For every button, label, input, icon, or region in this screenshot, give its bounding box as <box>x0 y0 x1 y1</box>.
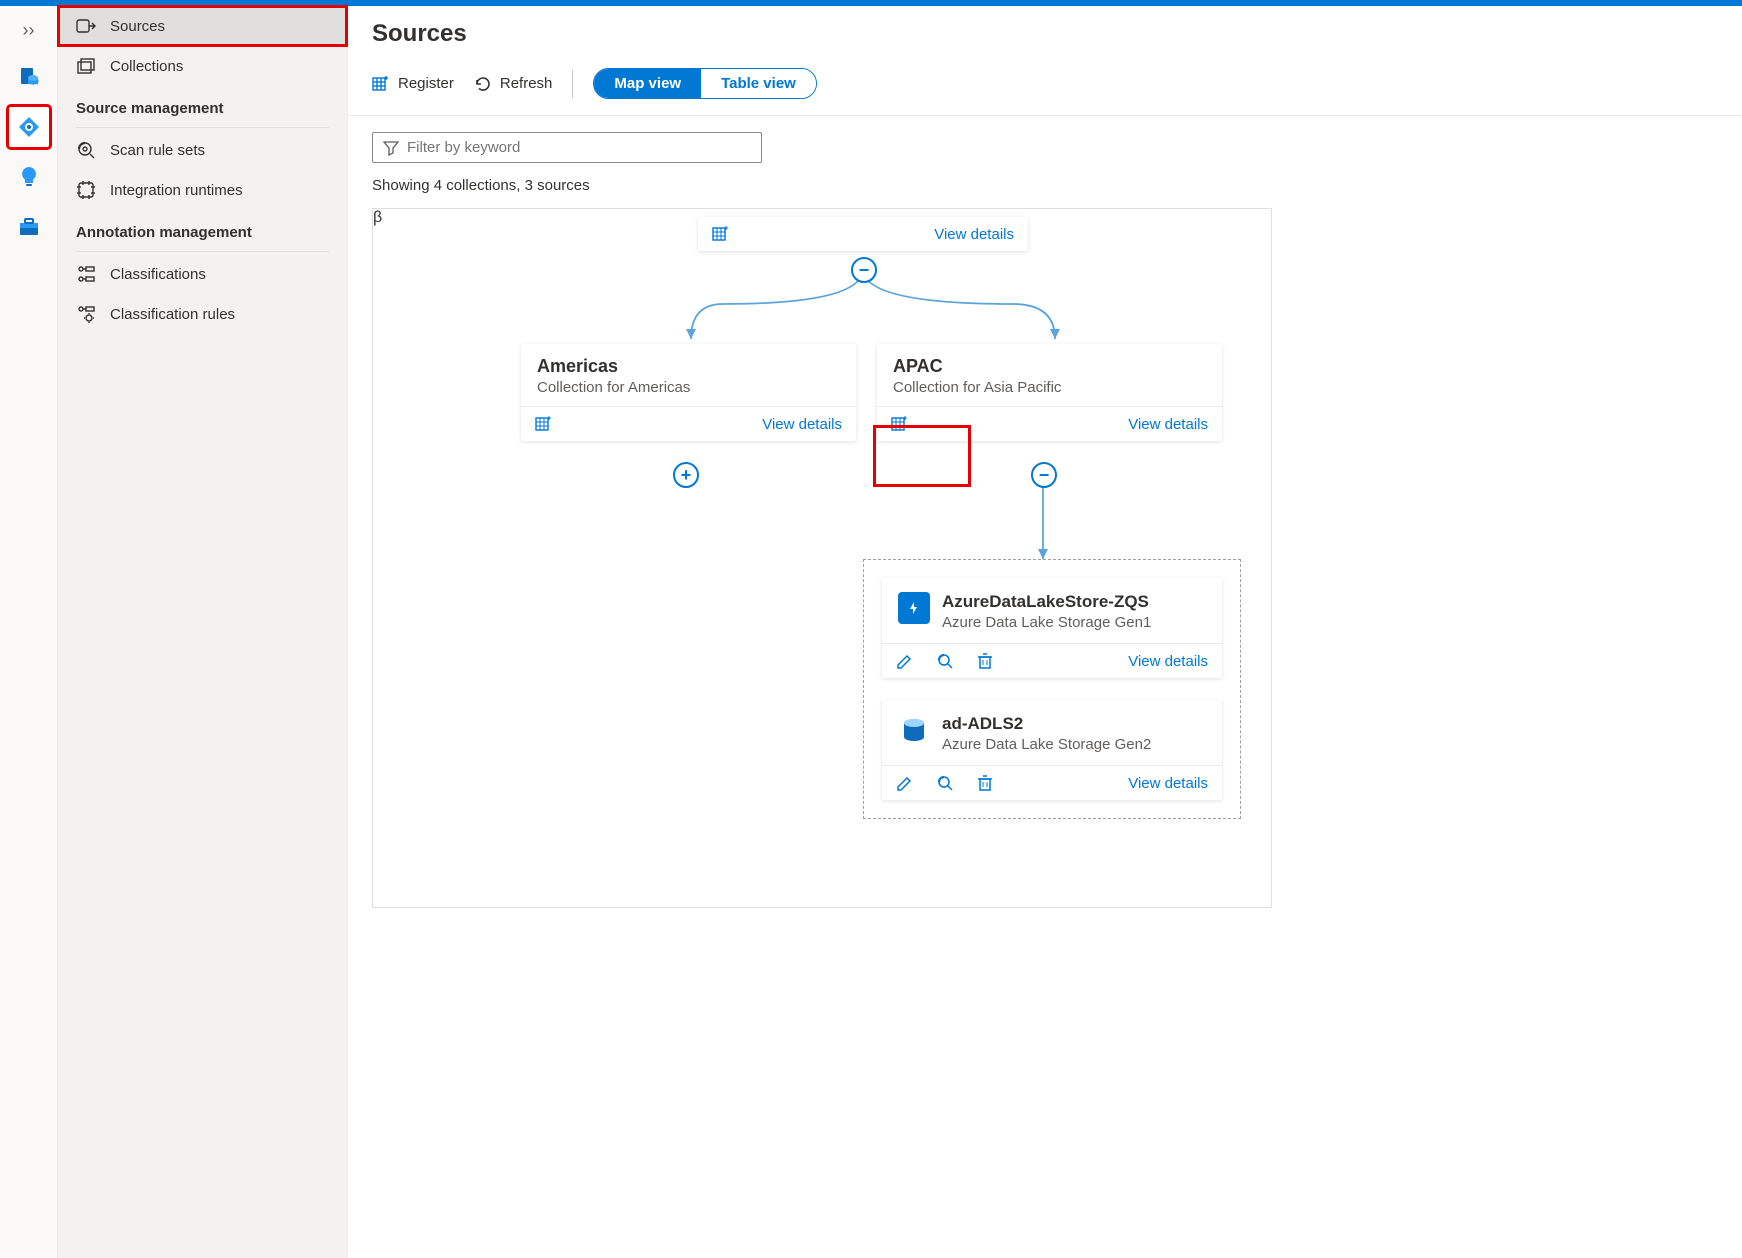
nav-label: Scan rule sets <box>110 142 205 159</box>
scan-icon <box>76 140 96 160</box>
source-subtitle: Azure Data Lake Storage Gen1 <box>942 614 1151 631</box>
map-view-button[interactable]: Map view <box>594 69 701 98</box>
rail-item-management[interactable] <box>9 207 49 247</box>
classifications-icon <box>76 264 96 284</box>
nav-item-classifications[interactable]: Classifications <box>58 254 347 294</box>
filter-input-wrapper[interactable] <box>372 132 762 163</box>
node-title: APAC <box>893 356 1206 377</box>
expand-americas-button[interactable]: + <box>673 462 699 488</box>
view-details-link[interactable]: View details <box>934 226 1014 243</box>
view-details-link[interactable]: View details <box>762 416 842 433</box>
page-title: Sources <box>372 20 1718 48</box>
adls-gen1-icon <box>898 592 930 624</box>
nav-item-sources[interactable]: Sources <box>58 6 347 46</box>
apac-sources-group: AzureDataLakeStore-ZQS Azure Data Lake S… <box>863 559 1241 819</box>
source-title: AzureDataLakeStore-ZQS <box>942 592 1151 612</box>
nav-label: Integration runtimes <box>110 182 243 199</box>
classification-rules-icon <box>76 304 96 324</box>
view-details-link[interactable]: View details <box>1128 653 1208 670</box>
nav-item-integration-runtimes[interactable]: Integration runtimes <box>58 170 347 210</box>
nav-item-scan-rule-sets[interactable]: Scan rule sets <box>58 130 347 170</box>
collapse-root-button[interactable]: − <box>851 257 877 283</box>
source-node-adls1[interactable]: AzureDataLakeStore-ZQS Azure Data Lake S… <box>882 578 1222 678</box>
rail-item-sources[interactable] <box>9 107 49 147</box>
filter-input[interactable] <box>407 139 751 156</box>
section-header-source-mgmt: Source management <box>58 86 347 125</box>
nav-label: Classification rules <box>110 306 235 323</box>
rail-item-catalog[interactable] <box>9 57 49 97</box>
database-icon <box>17 65 41 89</box>
toolbox-icon <box>17 215 41 239</box>
section-header-annotation: Annotation management <box>58 210 347 249</box>
register-label: Register <box>398 75 454 92</box>
refresh-icon <box>474 75 492 93</box>
left-icon-rail: ›› <box>0 6 58 1258</box>
main-content: Sources Register Refresh Map view Table … <box>348 6 1742 1258</box>
source-subtitle: Azure Data Lake Storage Gen2 <box>942 736 1151 753</box>
collections-icon <box>76 56 96 76</box>
adls-gen2-icon <box>898 714 930 746</box>
view-toggle: Map view Table view <box>593 68 816 99</box>
rail-item-insights[interactable] <box>9 157 49 197</box>
apac-register-highlight <box>875 427 969 485</box>
nav-label: Collections <box>110 58 183 75</box>
node-subtitle: Collection for Asia Pacific <box>893 379 1206 396</box>
grid-icon[interactable] <box>535 415 553 433</box>
grid-icon[interactable] <box>712 225 730 243</box>
showing-text: Showing 4 collections, 3 sources <box>372 177 1718 194</box>
register-icon <box>372 75 390 93</box>
delete-icon[interactable] <box>976 652 994 670</box>
root-collection-node[interactable]: View details <box>698 217 1028 251</box>
divider <box>76 127 329 128</box>
map-canvas[interactable]: β View details − Americas Collection fo <box>372 208 1272 908</box>
americas-node[interactable]: Americas Collection for Americas View de… <box>521 344 856 441</box>
divider <box>76 251 329 252</box>
side-panel: Sources Collections Source management Sc… <box>58 6 348 1258</box>
nav-item-classification-rules[interactable]: Classification rules <box>58 294 347 334</box>
expand-rail-button[interactable]: ›› <box>17 14 41 47</box>
lightbulb-icon <box>17 165 41 189</box>
edit-icon[interactable] <box>896 652 914 670</box>
integration-icon <box>76 180 96 200</box>
node-title: Americas <box>537 356 840 377</box>
register-button[interactable]: Register <box>372 75 454 93</box>
scan-icon[interactable] <box>936 774 954 792</box>
view-details-link[interactable]: View details <box>1128 775 1208 792</box>
nav-item-collections[interactable]: Collections <box>58 46 347 86</box>
node-subtitle: Collection for Americas <box>537 379 840 396</box>
edit-icon[interactable] <box>896 774 914 792</box>
refresh-button[interactable]: Refresh <box>474 75 553 93</box>
filter-icon <box>383 140 399 156</box>
toolbar-separator <box>572 70 573 98</box>
view-details-link[interactable]: View details <box>1128 416 1208 433</box>
nav-label: Sources <box>110 18 165 35</box>
collapse-apac-button[interactable]: − <box>1031 462 1057 488</box>
source-title: ad-ADLS2 <box>942 714 1151 734</box>
scan-icon[interactable] <box>936 652 954 670</box>
source-node-adls2[interactable]: ad-ADLS2 Azure Data Lake Storage Gen2 Vi… <box>882 700 1222 800</box>
refresh-label: Refresh <box>500 75 553 92</box>
sources-nav-icon <box>17 115 41 139</box>
delete-icon[interactable] <box>976 774 994 792</box>
nav-label: Classifications <box>110 266 206 283</box>
sources-icon <box>76 16 96 36</box>
toolbar: Register Refresh Map view Table view <box>348 60 1742 116</box>
table-view-button[interactable]: Table view <box>701 69 816 98</box>
